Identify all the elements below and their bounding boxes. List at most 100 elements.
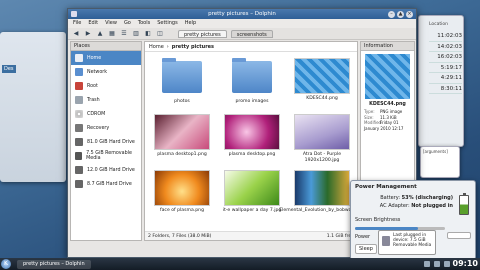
clock-time: 4:29:11 [429,73,462,84]
details-view-icon[interactable]: ☰ [120,30,128,38]
power-title: Power Management [355,184,417,190]
background-window-left[interactable]: Des [0,32,66,182]
clock-time: 16:02:03 [429,52,462,63]
places-title: Places [71,42,141,51]
world-clock-window[interactable]: Location 11:02:03 14:02:03 16:02:03 5:19… [418,15,464,147]
system-tray [424,261,450,267]
drive-icon [75,124,83,132]
image-thumbnail [224,170,280,206]
cdrom-icon [75,110,83,118]
file-item[interactable]: face of plasma.png [147,166,217,222]
places-item-label: Network [87,69,108,75]
back-icon[interactable]: ◀ [72,30,80,38]
up-icon[interactable]: ▲ [96,30,104,38]
clock-time: 11:02:03 [429,31,462,42]
places-item-label: Home [87,55,102,61]
places-item-recovery[interactable]: Recovery [71,121,141,135]
menu-edit[interactable]: Edit [88,19,98,28]
file-view: Home › pretty pictures photos promo imag… [144,41,365,241]
task-dolphin[interactable]: pretty pictures – Dolphin [17,259,91,269]
background-window-note[interactable]: [arguments] [420,146,460,178]
file-item[interactable]: it-e wallpaper a day 7.jpg [217,166,287,222]
network-tray-icon[interactable] [424,261,430,267]
places-item-removable[interactable]: 7.5 GiB Removable Media [71,149,141,163]
places-item-hdd-8[interactable]: 8.7 GiB Hard Drive [71,177,141,191]
network-icon [75,68,83,76]
harddrive-icon [75,138,83,146]
close-icon[interactable]: × [406,10,413,18]
battery-icon [459,193,469,215]
image-thumbnail [294,58,350,94]
usb-icon [75,152,83,160]
places-item-cdrom[interactable]: CDROM [71,107,141,121]
tab-screenshots[interactable]: screenshots [230,29,273,38]
file-item[interactable]: promo images [217,54,287,110]
places-item-trash[interactable]: Trash [71,93,141,107]
file-grid: photos promo images KDESC44.png plasma d… [147,54,365,224]
menu-settings[interactable]: Settings [157,19,178,28]
places-item-label: 8.7 GiB Hard Drive [87,181,132,187]
places-item-root[interactable]: Root [71,79,141,93]
volume-tray-icon[interactable] [444,261,450,267]
folder-red-icon [75,82,83,90]
battery-tray-icon[interactable] [434,261,440,267]
ac-value: Not plugged in [411,203,453,209]
file-name: plasma desktop1.png [157,152,207,157]
maximize-icon[interactable]: ▲ [397,10,404,18]
tab-pretty-pictures[interactable]: pretty pictures [178,29,227,38]
file-item[interactable]: Elemental_Evolution_by_bobward.jpg [279,166,365,222]
image-thumbnail [294,170,350,206]
menu-help[interactable]: Help [185,19,196,28]
menu-file[interactable]: File [73,19,81,28]
folder-icon [232,58,272,93]
forward-icon[interactable]: ▶ [84,30,92,38]
breadcrumb-current[interactable]: pretty pictures [172,44,214,50]
notification-text: Last plugged in device: 7.5 GiB Removabl… [393,233,432,248]
columns-view-icon[interactable]: ▥ [132,30,140,38]
taskbar-clock[interactable]: 09:10 [453,258,478,270]
file-item[interactable]: plasma desktop.png [217,110,287,166]
preview-icon[interactable]: ◧ [144,30,152,38]
clock-time: 8:30:11 [429,84,462,94]
file-name: KDESC44.png [306,96,338,101]
breadcrumb: Home › pretty pictures [145,42,357,52]
sleep-button[interactable]: Sleep [355,244,377,254]
kickoff-icon[interactable]: K [1,259,11,269]
places-item-home[interactable]: Home [71,51,141,65]
places-item-label: 12.0 GiB Hard Drive [87,167,135,173]
menu-view[interactable]: View [105,19,117,28]
profile-select[interactable] [447,232,471,239]
file-item[interactable]: Atra Dot - Purple 1920x1200.jpg [287,110,357,166]
info-title: Information [361,42,414,51]
menu-tools[interactable]: Tools [138,19,150,28]
clock-header: Location [429,22,449,27]
app-icon [71,11,77,17]
file-item[interactable]: plasma desktop1.png [147,110,217,166]
taskbar: K pretty pictures – Dolphin 09:10 [0,258,480,270]
breadcrumb-home[interactable]: Home [149,44,164,50]
file-name: Atra Dot - Purple 1920x1200.jpg [302,152,342,163]
split-icon[interactable]: ◫ [156,30,164,38]
device-notification[interactable]: Last plugged in device: 7.5 GiB Removabl… [378,230,436,255]
title-bar[interactable]: pretty pictures – Dolphin – ▲ × [68,9,416,19]
places-item-label: 81.0 GiB Hard Drive [87,139,135,145]
icons-view-icon[interactable]: ▦ [108,30,116,38]
chevron-right-icon: › [166,43,169,50]
background-window-label: Des [2,65,16,73]
places-item-network[interactable]: Network [71,65,141,79]
file-item[interactable]: KDESC44.png [287,54,357,110]
info-preview [365,54,410,99]
places-item-label: 7.5 GiB Removable Media [86,151,132,161]
places-item-hdd-12[interactable]: 12.0 GiB Hard Drive [71,163,141,177]
places-item-hdd-81[interactable]: 81.0 GiB Hard Drive [71,135,141,149]
places-item-label: Root [87,83,98,89]
status-bar: 2 Folders, 7 Files (38.0 MiB) 1.1 GiB fr… [145,231,357,240]
battery-row: Battery: 53% (discharging) [380,195,453,201]
places-item-label: Trash [87,97,100,103]
usb-icon [382,236,390,246]
places-item-label: Recovery [87,125,110,131]
menu-go[interactable]: Go [124,19,131,28]
file-item[interactable]: photos [147,54,217,110]
file-name: plasma desktop.png [228,152,276,157]
minimize-icon[interactable]: – [388,10,395,18]
